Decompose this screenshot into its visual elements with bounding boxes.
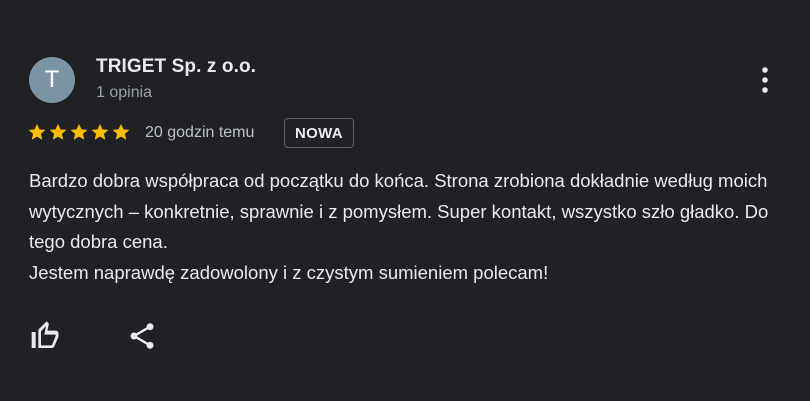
star-rating [27, 122, 131, 142]
star-icon [70, 123, 88, 140]
star-icon [49, 123, 67, 140]
author-review-count[interactable]: 1 opinia [96, 84, 152, 102]
like-button[interactable] [29, 320, 61, 352]
new-badge: NOWA [284, 118, 354, 148]
star-icon [28, 123, 46, 140]
more-vert-icon [762, 67, 768, 93]
thumb-up-icon [31, 321, 59, 348]
star-icon [91, 123, 109, 140]
share-icon [130, 323, 154, 349]
review-paragraph-1: Bardzo dobra współpraca od początku do k… [29, 170, 774, 252]
star-icon [112, 123, 130, 140]
review-text: Bardzo dobra współpraca od początku do k… [29, 166, 789, 288]
share-button[interactable] [126, 320, 158, 352]
review-paragraph-2: Jestem naprawdę zadowolony i z czystym s… [29, 261, 549, 283]
avatar[interactable]: T [29, 57, 75, 103]
review-time: 20 godzin temu [145, 124, 255, 141]
review-card: T TRIGET Sp. z o.o. 1 opinia 20 godzin t… [0, 0, 810, 401]
author-name[interactable]: TRIGET Sp. z o.o. [96, 56, 256, 78]
more-options-button[interactable] [752, 63, 778, 97]
avatar-initial: T [44, 66, 60, 93]
